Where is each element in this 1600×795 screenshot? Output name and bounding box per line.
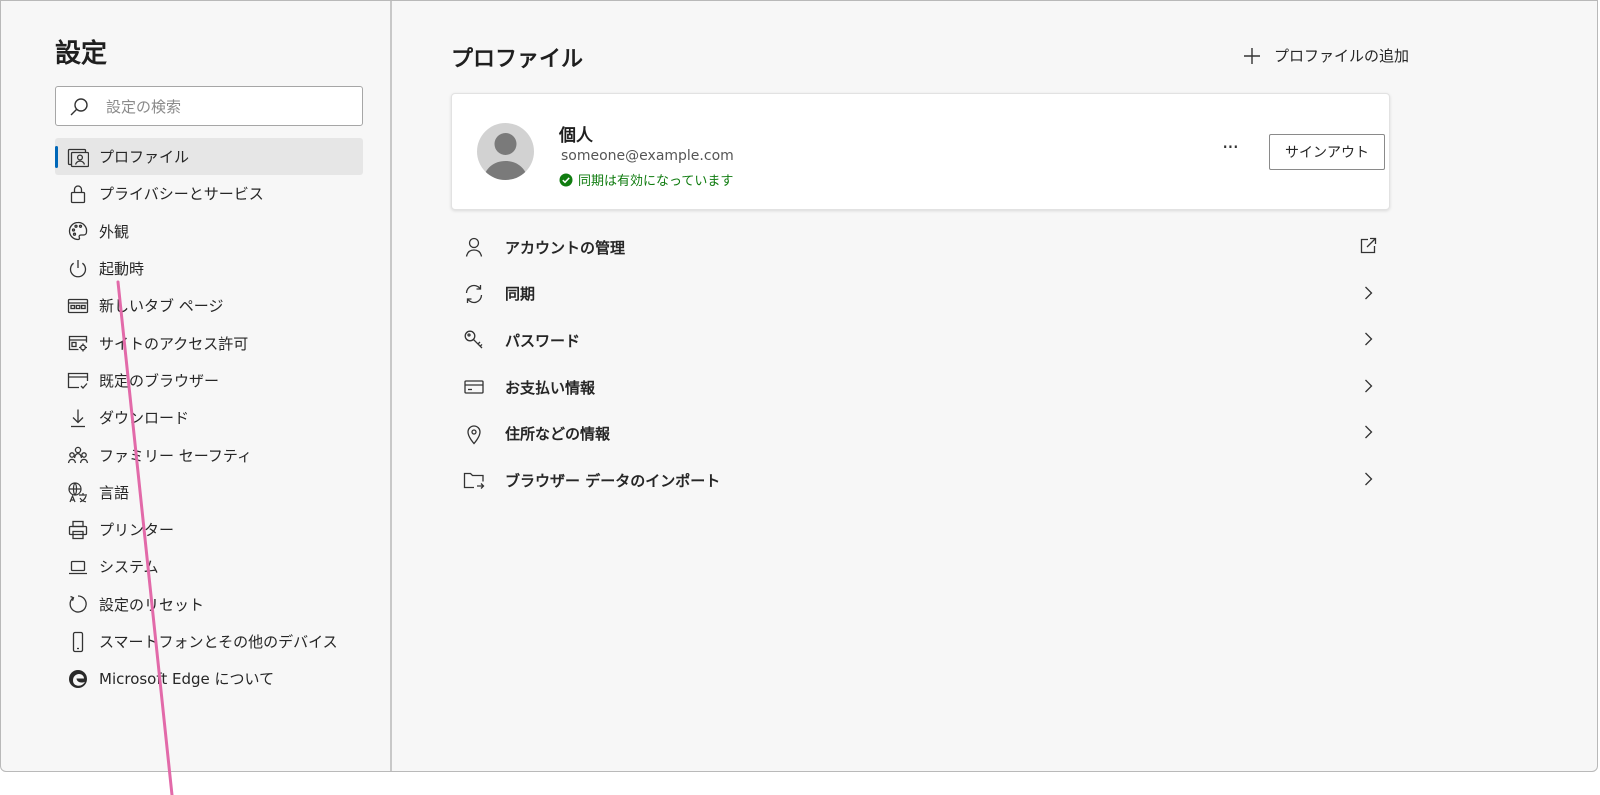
sync-icon (463, 283, 485, 305)
site-permissions-icon (67, 332, 89, 354)
sidebar-item-label: プロファイル (99, 148, 190, 167)
search-input[interactable] (104, 87, 358, 127)
avatar (477, 123, 534, 180)
row-sync[interactable]: 同期 (451, 271, 1390, 318)
sidebar-item-site-permissions[interactable]: サイトのアクセス許可 (55, 324, 363, 361)
printer-icon (67, 519, 89, 541)
sidebar-item-family-safety[interactable]: ファミリー セーフティ (55, 436, 363, 473)
page-title: プロファイル (451, 47, 584, 72)
profile-icon (67, 146, 89, 168)
key-icon (463, 329, 485, 351)
sidebar-item-label: 起動時 (99, 260, 145, 279)
chevron-right-icon (1358, 376, 1378, 396)
sidebar-item-downloads[interactable]: ダウンロード (55, 399, 363, 436)
sidebar-item-system[interactable]: システム (55, 548, 363, 585)
row-label: お支払い情報 (505, 378, 596, 397)
sidebar-item-new-tab[interactable]: 新しいタブ ページ (55, 287, 363, 324)
chevron-right-icon (1358, 329, 1378, 349)
person-icon (463, 236, 485, 258)
laptop-icon (67, 556, 89, 578)
sidebar-item-label: Microsoft Edge について (99, 670, 275, 689)
search-box[interactable] (55, 86, 363, 127)
lock-icon (67, 183, 89, 205)
sidebar-item-about-edge[interactable]: Microsoft Edge について (55, 660, 363, 697)
chevron-right-icon (1358, 283, 1378, 303)
sign-out-button[interactable]: サインアウト (1269, 134, 1385, 170)
row-label: アカウントの管理 (505, 238, 626, 257)
credit-card-icon (463, 376, 485, 398)
row-label: 同期 (505, 285, 536, 304)
add-profile-label: プロファイルの追加 (1274, 47, 1410, 65)
palette-icon (67, 220, 89, 242)
sync-status: 同期は有効になっています (559, 170, 733, 189)
profile-card: 個人 someone@example.com 同期は有効になっています ··· … (451, 93, 1390, 210)
import-folder-icon (463, 469, 485, 491)
sidebar-item-languages[interactable]: 言語 (55, 474, 363, 511)
external-link-icon (1358, 236, 1378, 256)
sidebar-item-startup[interactable]: 起動時 (55, 250, 363, 287)
sidebar-item-label: 既定のブラウザー (99, 371, 220, 390)
add-profile-button[interactable]: プロファイルの追加 (1242, 45, 1409, 66)
main-content: プロファイル プロファイルの追加 個人 someone@example.com (392, 1, 1597, 771)
sidebar-item-profile[interactable]: プロファイル (55, 138, 363, 176)
sidebar-item-label: ダウンロード (99, 409, 190, 428)
row-label: ブラウザー データのインポート (505, 471, 721, 490)
sidebar-item-phone-devices[interactable]: スマートフォンとその他のデバイス (55, 623, 363, 660)
more-options-button[interactable]: ··· (1214, 132, 1246, 168)
sidebar-item-label: 新しいタブ ページ (99, 297, 224, 316)
sidebar-item-label: スマートフォンとその他のデバイス (99, 633, 338, 651)
profile-name: 個人 (559, 126, 593, 146)
sidebar-item-printers[interactable]: プリンター (55, 511, 363, 548)
sidebar-nav: プロファイル プライバシーとサービス 外観 起動時 新しいタブ ページ サイトの… (55, 138, 363, 697)
sidebar-item-label: ファミリー セーフティ (99, 446, 252, 465)
plus-icon (1242, 46, 1262, 66)
chevron-right-icon (1358, 422, 1378, 442)
sidebar-item-reset[interactable]: 設定のリセット (55, 586, 363, 623)
row-manage-account[interactable]: アカウントの管理 (451, 224, 1390, 271)
sidebar-item-label: 言語 (99, 483, 130, 502)
sidebar-item-label: プリンター (99, 521, 175, 540)
sidebar: 設定 プロファイル (1, 1, 392, 771)
check-circle-icon (559, 173, 573, 187)
power-icon (67, 258, 89, 280)
row-label: パスワード (505, 331, 581, 350)
row-import-browser-data[interactable]: ブラウザー データのインポート (451, 457, 1390, 504)
sidebar-item-label: サイトのアクセス許可 (99, 334, 249, 353)
default-browser-icon (67, 369, 89, 391)
sidebar-item-label: プライバシーとサービス (99, 185, 264, 204)
sidebar-item-label: 外観 (99, 222, 130, 241)
new-tab-page-icon (67, 295, 89, 317)
profile-email: someone@example.com (561, 148, 734, 164)
family-icon (67, 444, 89, 466)
phone-icon (67, 631, 89, 653)
row-label: 住所などの情報 (505, 425, 611, 444)
search-icon (68, 96, 90, 118)
edge-logo-icon (67, 668, 89, 690)
download-icon (67, 407, 89, 429)
settings-window: 設定 プロファイル (0, 0, 1598, 772)
sidebar-item-default-browser[interactable]: 既定のブラウザー (55, 362, 363, 399)
row-addresses[interactable]: 住所などの情報 (451, 410, 1390, 457)
sidebar-item-label: 設定のリセット (99, 595, 205, 614)
sidebar-title: 設定 (55, 39, 108, 69)
profile-settings-list: アカウントの管理 同期 パスワード お支払い情報 住所などの情報 ブラウザー デ… (451, 224, 1390, 504)
row-passwords[interactable]: パスワード (451, 317, 1390, 364)
chevron-right-icon (1358, 469, 1378, 489)
sidebar-item-label: システム (99, 558, 159, 577)
sidebar-item-appearance[interactable]: 外観 (55, 213, 363, 250)
location-icon (463, 423, 485, 445)
language-icon (67, 481, 89, 503)
reset-icon (67, 593, 89, 615)
sidebar-item-privacy[interactable]: プライバシーとサービス (55, 175, 363, 212)
sync-status-text: 同期は有効になっています (578, 174, 734, 189)
row-payment-info[interactable]: お支払い情報 (451, 364, 1390, 411)
